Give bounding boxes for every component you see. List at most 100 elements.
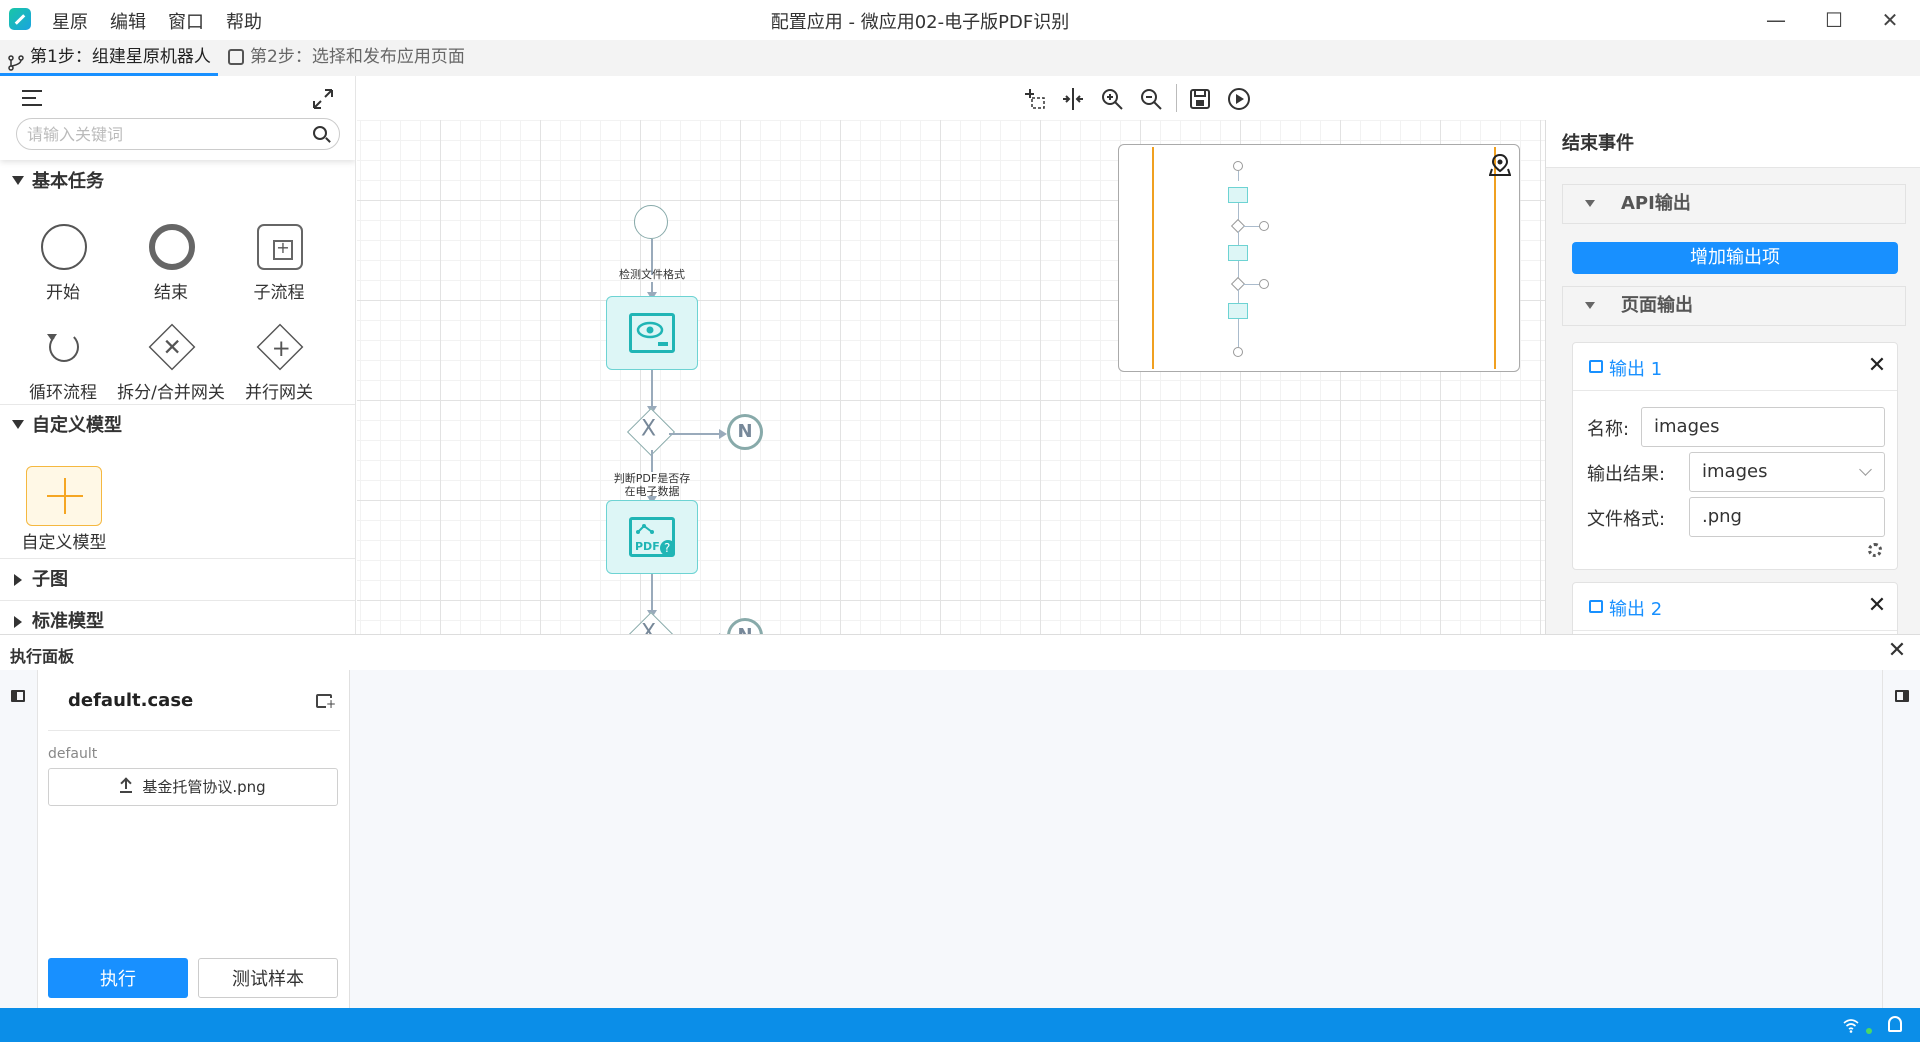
section-custom-models[interactable]: 自定义模型 [0, 406, 355, 446]
bell-icon[interactable] [1888, 1016, 1902, 1032]
section-subgraph[interactable]: 子图 [0, 560, 355, 600]
case-pane: default.case default 基金托管协议.png 执行 测试样本 [38, 670, 350, 1008]
close-window-button[interactable]: ✕ [1876, 6, 1904, 34]
wifi-icon [1842, 1016, 1860, 1034]
start-event-node[interactable] [634, 205, 668, 239]
section-subgraph-label: 子图 [32, 569, 68, 590]
tool-parallel-label: 并行网关 [245, 383, 313, 403]
chevron-down-icon [1859, 463, 1872, 476]
error-end-node-1[interactable]: N [727, 414, 763, 450]
expand-icon[interactable] [310, 86, 336, 112]
tool-end[interactable]: 结束 [116, 224, 226, 314]
minimap-node [1228, 187, 1248, 203]
distribute-icon[interactable] [1060, 86, 1086, 112]
close-exec-panel-button[interactable]: ✕ [1884, 638, 1910, 663]
tool-split-merge-label: 拆分/合并网关 [117, 383, 225, 403]
test-sample-button[interactable]: 测试样本 [198, 958, 338, 998]
upload-file-button[interactable]: 基金托管协议.png [48, 768, 338, 806]
svg-text:?: ? [664, 541, 670, 554]
monitor-eye-icon [629, 313, 675, 353]
task-detect-format[interactable] [606, 296, 698, 370]
minimap-node [1228, 303, 1248, 319]
section-basic-tasks[interactable]: 基本任务 [0, 162, 355, 202]
output-card-2: 输出 2 ✕ [1572, 582, 1898, 634]
add-case-icon[interactable] [316, 694, 337, 710]
result-select[interactable]: images [1689, 452, 1885, 492]
tab-step-2[interactable]: 第2步：选择和发布应用页面 [220, 40, 470, 76]
name-input[interactable]: images [1641, 407, 1885, 447]
add-custom-model-icon[interactable] [26, 466, 102, 526]
right-gutter [1882, 670, 1920, 1008]
save-icon[interactable] [1187, 86, 1213, 112]
gateway-1-node[interactable]: X [626, 407, 676, 457]
select-area-icon[interactable] [1022, 86, 1048, 112]
branch-icon [8, 49, 24, 71]
collapse-triangle-icon [12, 176, 24, 185]
run-button[interactable]: 执行 [48, 958, 188, 998]
error-end-node-2[interactable]: N [727, 618, 763, 634]
maximize-button[interactable]: ☐ [1820, 6, 1848, 34]
output-icon [1589, 360, 1603, 373]
zoom-out-icon[interactable] [1138, 86, 1164, 112]
location-pin-icon[interactable] [1488, 153, 1512, 177]
page-output-label: 页面输出 [1621, 295, 1693, 316]
api-output-label: API输出 [1621, 193, 1691, 214]
tool-custom-model-label: 自定义模型 [21, 533, 107, 553]
title-bar: 星原 编辑 窗口 帮助 配置应用 - 微应用02-电子版PDF识别 — ☐ ✕ [0, 0, 1920, 40]
upload-icon [120, 779, 133, 793]
tool-parallel-gateway[interactable]: + 并行网关 [224, 323, 334, 414]
tab-step-1-label: 第1步：组建星原机器人 [30, 47, 211, 67]
tab-step-1[interactable]: 第1步：组建星原机器人 [0, 40, 218, 76]
search-input[interactable] [27, 123, 297, 145]
tool-start-label: 开始 [46, 283, 80, 303]
tool-split-merge-gateway[interactable]: ✕ 拆分/合并网关 [116, 323, 226, 414]
collapse-panel-icon[interactable] [22, 88, 46, 108]
minimap-node [1228, 245, 1248, 261]
tool-loop-label: 循环流程 [29, 383, 97, 403]
exec-panel-header: 执行面板 ✕ [0, 634, 1920, 670]
task-check-pdf[interactable]: PDF? [606, 500, 698, 574]
remove-output-1-button[interactable]: ✕ [1865, 353, 1889, 378]
collapse-triangle-icon [12, 420, 24, 429]
add-output-button[interactable]: 增加输出项 [1572, 242, 1898, 274]
gateway-2-node[interactable]: X [626, 611, 676, 634]
run-play-icon[interactable] [1226, 86, 1252, 112]
section-standard-models[interactable]: 标准模型 [0, 602, 355, 634]
window-title: 配置应用 - 微应用02-电子版PDF识别 [770, 12, 1070, 33]
parallel-gateway-icon: + [256, 323, 304, 371]
section-api-output[interactable]: API输出 [1562, 184, 1906, 224]
task2-label: 判断PDF是否存 在电子数据 [613, 472, 691, 498]
properties-title: 结束事件 [1546, 120, 1920, 168]
collapse-triangle-icon [1585, 200, 1595, 207]
gear-icon[interactable] [1868, 543, 1882, 557]
tool-subprocess-label: 子流程 [253, 283, 305, 303]
output-card-header: 输出 1 ✕ [1573, 343, 1897, 391]
expand-triangle-icon [14, 616, 22, 628]
name-label: 名称: [1587, 419, 1630, 440]
palette-header [0, 76, 355, 160]
tool-loop[interactable]: 循环流程 [8, 324, 118, 414]
format-input[interactable]: .png [1689, 497, 1885, 537]
case-title: default.case [68, 690, 194, 711]
minimap[interactable] [1118, 144, 1520, 372]
toggle-left-panel-icon[interactable] [11, 690, 25, 702]
remove-output-2-button[interactable]: ✕ [1865, 593, 1889, 618]
tab-step-2-label: 第2步：选择和发布应用页面 [250, 47, 465, 67]
status-bar [0, 1008, 1920, 1042]
toggle-right-panel-icon[interactable] [1895, 690, 1909, 702]
exclusive-gateway-icon: ✕ [148, 323, 196, 371]
expand-triangle-icon [14, 574, 22, 586]
exec-panel-title: 执行面板 [10, 647, 75, 666]
tool-subprocess[interactable]: 子流程 [224, 224, 334, 314]
tool-start[interactable]: 开始 [8, 224, 118, 314]
pdf-chart-icon: PDF? [629, 517, 676, 557]
section-standard-label: 标准模型 [32, 611, 104, 632]
search-icon[interactable] [313, 126, 327, 140]
section-page-output[interactable]: 页面输出 [1562, 286, 1906, 326]
field-row-format: 文件格式: .png [1587, 497, 1887, 537]
left-gutter [0, 670, 38, 1008]
output-icon [1589, 600, 1603, 613]
zoom-in-icon[interactable] [1099, 86, 1125, 112]
minimize-button[interactable]: — [1762, 6, 1790, 34]
start-event-icon [41, 224, 87, 270]
